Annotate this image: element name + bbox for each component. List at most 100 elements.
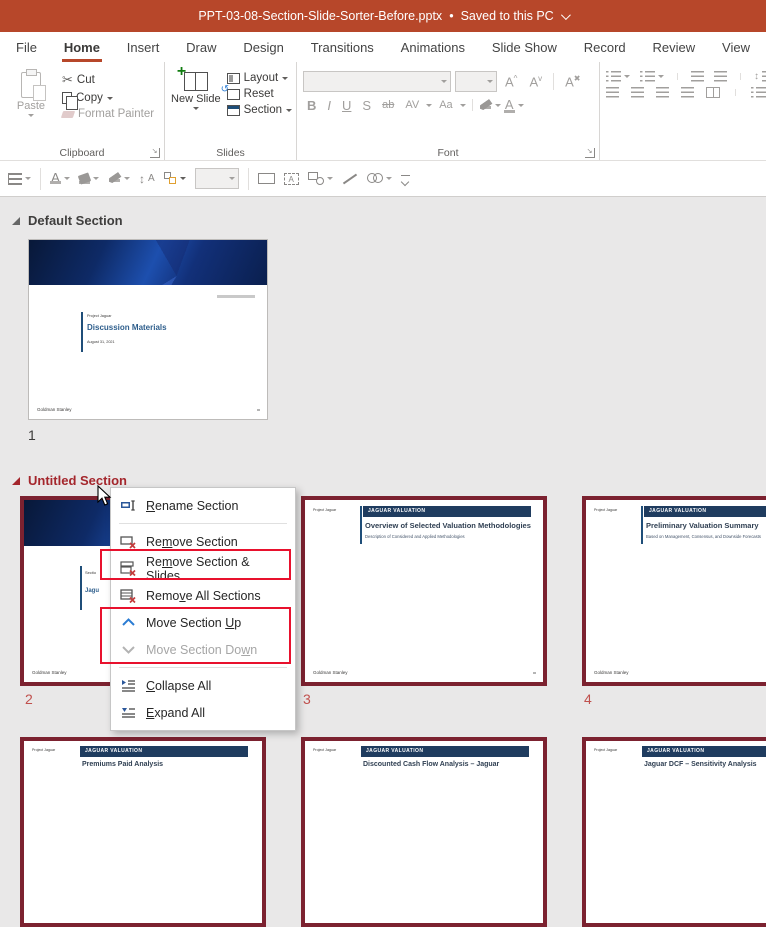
menu-item-rename-section[interactable]: Rename Section — [111, 492, 295, 519]
strikethrough-button[interactable]: ab — [378, 99, 398, 111]
menu-item-collapse-all[interactable]: Collapse All — [111, 672, 295, 699]
line-spacing-button[interactable]: ↕ — [754, 71, 766, 82]
slide7-banner-label: JAGUAR VALUATION — [642, 746, 766, 757]
convert-smartart-button[interactable] — [751, 87, 766, 98]
shapes-button[interactable] — [307, 172, 333, 185]
rectangle-shape-button[interactable] — [257, 173, 275, 184]
font-color-button-2[interactable]: A — [50, 171, 70, 184]
text-box-button[interactable]: A — [283, 172, 299, 185]
tab-record[interactable]: Record — [578, 35, 632, 60]
slide1-banner-image — [29, 240, 267, 285]
slide1-date: August 31, 2021 — [87, 340, 115, 344]
menu-item-move-section-down[interactable]: Move Section Down — [111, 636, 295, 663]
text-direction-button[interactable]: ↕ A — [139, 172, 155, 186]
slides-group: New Slide Layout Reset Section Slides — [165, 62, 297, 160]
slide3-banner-label: JAGUAR VALUATION — [363, 506, 531, 517]
menu-item-remove-section[interactable]: Remove Section — [111, 528, 295, 555]
text-shadow-button[interactable]: S — [358, 98, 375, 113]
tab-slide-show[interactable]: Slide Show — [486, 35, 563, 60]
tab-transitions[interactable]: Transitions — [305, 35, 380, 60]
align-objects-button[interactable] — [8, 172, 31, 185]
arrange-objects-button[interactable] — [163, 172, 186, 185]
align-left-icon[interactable] — [606, 87, 619, 98]
section-collapse-icon[interactable] — [12, 476, 20, 485]
menu-item-label: Expand All — [146, 705, 206, 720]
section-collapse-icon[interactable] — [12, 216, 20, 225]
italic-button[interactable]: I — [323, 98, 335, 113]
bold-button[interactable]: B — [303, 98, 320, 113]
numbering-button[interactable] — [640, 71, 664, 82]
slide-thumbnail-5[interactable]: Project Jaguar JAGUAR VALUATION Premiums… — [20, 737, 266, 927]
shape-outline-button[interactable] — [108, 175, 130, 182]
align-center-icon[interactable] — [631, 87, 644, 98]
remove-all-sections-icon — [120, 587, 137, 604]
merge-shapes-button[interactable] — [366, 173, 392, 184]
slide4-eyebrow: Project Jaguar — [594, 508, 618, 512]
bullets-button[interactable] — [606, 71, 630, 82]
menu-item-label: Move Section Up — [146, 615, 242, 630]
size-combo[interactable] — [194, 168, 239, 189]
tab-file[interactable]: File — [10, 35, 43, 60]
slide-thumbnail-7[interactable]: Project Jaguar JAGUAR VALUATION Jaguar D… — [582, 737, 766, 927]
font-name-combo[interactable] — [303, 71, 451, 92]
slide3-title: Overview of Selected Valuation Methodolo… — [365, 521, 531, 530]
tab-design[interactable]: Design — [237, 35, 289, 60]
font-dialog-launcher-icon[interactable]: ↘ — [585, 148, 595, 158]
copy-button[interactable]: Copy — [62, 92, 154, 110]
chevron-down-icon[interactable] — [560, 9, 571, 20]
underline-button[interactable]: U — [338, 98, 355, 113]
remove-section-slides-icon — [120, 560, 137, 577]
paragraph-group: ↕ Paragraph — [600, 62, 766, 160]
collapse-ribbon-icon[interactable] — [400, 174, 410, 183]
menu-item-remove-section-slides[interactable]: Remove Section & Slides — [111, 554, 295, 583]
clipboard-dialog-launcher-icon[interactable]: ↘ — [150, 148, 160, 158]
menu-item-move-section-up[interactable]: Move Section Up — [111, 609, 295, 636]
menu-item-expand-all[interactable]: Expand All — [111, 699, 295, 726]
change-case-button[interactable]: Aa — [435, 99, 456, 111]
grow-font-button[interactable]: A^ — [501, 74, 521, 89]
increase-indent-icon[interactable] — [714, 71, 727, 82]
save-status[interactable]: Saved to this PC — [461, 9, 554, 23]
section-button[interactable]: Section — [226, 104, 292, 116]
line-shape-button[interactable] — [342, 173, 357, 184]
slide-thumbnail-6[interactable]: Project Jaguar JAGUAR VALUATION Discount… — [301, 737, 547, 927]
section-context-menu: Rename Section Remove Section Remove Sec… — [110, 487, 296, 731]
tab-insert[interactable]: Insert — [121, 35, 166, 60]
slide-thumbnail-4[interactable]: Project Jaguar JAGUAR VALUATION Prelimin… — [582, 496, 766, 686]
columns-icon[interactable] — [706, 87, 720, 98]
reset-button[interactable]: Reset — [221, 84, 292, 101]
tab-animations[interactable]: Animations — [395, 35, 471, 60]
clear-formatting-button[interactable]: A✖ — [561, 74, 584, 89]
font-size-combo[interactable] — [455, 71, 497, 92]
slide-thumbnail-1[interactable]: Project Jaguar Discussion Materials Augu… — [28, 239, 268, 420]
layout-button[interactable]: Layout — [226, 72, 292, 84]
cut-button[interactable]: ✂ Cut — [62, 72, 154, 88]
highlight-button[interactable] — [479, 102, 492, 109]
shrink-font-button[interactable]: Av — [525, 74, 546, 89]
tab-draw[interactable]: Draw — [180, 35, 222, 60]
paste-button[interactable]: Paste — [6, 68, 56, 144]
justify-icon[interactable] — [681, 87, 694, 98]
new-slide-button[interactable]: New Slide — [171, 63, 221, 144]
decrease-indent-icon[interactable] — [691, 71, 704, 82]
menu-item-remove-all-sections[interactable]: Remove All Sections — [111, 582, 295, 609]
tab-review[interactable]: Review — [647, 35, 702, 60]
align-right-icon[interactable] — [656, 87, 669, 98]
tab-view[interactable]: View — [716, 35, 756, 60]
slide3-subtitle: Description of Considered and Applied Me… — [365, 534, 465, 539]
section-header-default[interactable]: Default Section — [12, 213, 123, 228]
font-color-button[interactable]: A — [503, 97, 515, 113]
clipboard-group: Paste ✂ Cut Copy Format Painter Clipboar… — [0, 62, 165, 160]
slide-number-1: 1 — [28, 427, 36, 443]
slide-number-3: 3 — [303, 691, 311, 707]
new-slide-icon — [177, 63, 208, 91]
shape-fill-button[interactable] — [77, 171, 99, 185]
section-icon — [226, 104, 240, 116]
paragraph-group-label: Paragraph — [600, 147, 766, 159]
menu-item-label: Remove Section & Slides — [146, 554, 250, 583]
tab-home[interactable]: Home — [58, 35, 106, 62]
menu-item-label: Remove All Sections — [146, 588, 261, 603]
character-spacing-button[interactable]: AV — [401, 99, 423, 111]
slide-thumbnail-3[interactable]: Project Jaguar JAGUAR VALUATION Overview… — [301, 496, 547, 686]
menu-separator — [119, 523, 287, 524]
